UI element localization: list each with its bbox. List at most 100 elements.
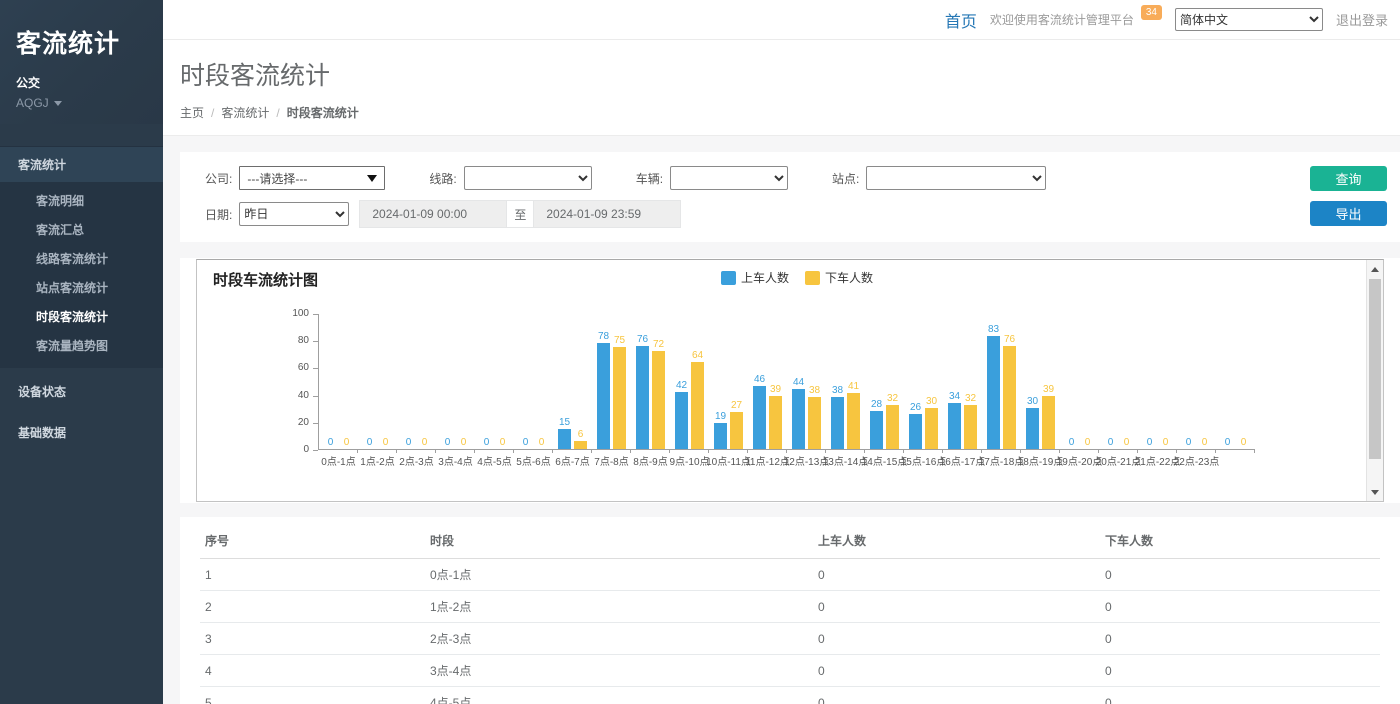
line-select[interactable] [464,166,592,190]
bar-value-label: 0 [328,437,334,448]
sidebar-group-客流统计[interactable]: 客流统计 [0,146,163,182]
action-buttons: 查询 导出 [1310,166,1387,226]
brand-subtitle: 公交 [16,74,147,91]
x-axis-label: 8点-9点 [633,453,667,468]
bar-value-label: 30 [926,396,937,407]
sidebar-item-客流汇总[interactable]: 客流汇总 [0,215,163,244]
bar-value-label: 32 [887,393,898,404]
bar-value-label: 0 [1241,437,1247,448]
y-axis-tick-label: 20 [298,417,309,428]
bar-group-22点-23点: 0022点-23点 [1177,313,1216,449]
station-label: 站点: [832,170,859,187]
logout-link[interactable]: 退出登录 [1336,10,1388,29]
y-axis-tick-mark [313,423,318,424]
export-button[interactable]: 导出 [1310,201,1387,226]
date-preset-select[interactable]: 昨日 [239,202,349,226]
bar-value-label: 32 [965,393,976,404]
bar-group-17点-18点: 837617点-18点 [982,313,1021,449]
bar-group-10点-11点: 192710点-11点 [709,313,748,449]
bar-column: 42 [675,313,688,449]
bar-value-label: 39 [1043,384,1054,395]
bar-column: 30 [925,313,938,449]
bar-value-label: 0 [1069,437,1075,448]
bar-column: 44 [792,313,805,449]
bar-value-label: 0 [1147,437,1153,448]
vehicle-select[interactable] [670,166,788,190]
legend-item-上车人数[interactable]: 上车人数 [721,269,789,286]
bar-value-label: 15 [559,417,570,428]
legend-item-下车人数[interactable]: 下车人数 [805,269,873,286]
bar-column: 0 [1081,313,1094,449]
x-axis-label: 22点-23点 [1174,453,1220,468]
bar-column: 32 [964,313,977,449]
bar-value-label: 0 [1085,437,1091,448]
bar-column: 6 [574,313,587,449]
x-axis-label: 2点-3点 [399,453,433,468]
column-header-下车人数: 下车人数 [1100,523,1380,559]
table-row: 43点-4点00 [200,655,1380,687]
bar-上车人数 [753,386,766,449]
chart-scrollbar[interactable] [1366,260,1383,501]
language-select[interactable]: 简体中文 [1175,8,1323,31]
sidebar-nav: 客流统计客流明细客流汇总线路客流统计站点客流统计时段客流统计客流量趋势图设备状态… [0,146,163,450]
bar-group-16点-17点: 343216点-17点 [943,313,982,449]
bar-value-label: 42 [676,380,687,391]
topbar: 首页 欢迎使用客流统计管理平台 34 简体中文 退出登录 [163,0,1400,40]
bar-column: 0 [1237,313,1250,449]
bar-value-label: 76 [1004,334,1015,345]
bar-column: 46 [753,313,766,449]
home-link[interactable]: 首页 [945,8,977,32]
bar-value-label: 0 [1108,437,1114,448]
sidebar-item-时段客流统计[interactable]: 时段客流统计 [0,302,163,331]
date-end-input[interactable] [533,200,681,228]
bar-column: 39 [1042,313,1055,449]
sidebar-item-站点客流统计[interactable]: 站点客流统计 [0,273,163,302]
bar-group-11点-12点: 463911点-12点 [748,313,787,449]
bar-下车人数 [691,362,704,449]
table-cell: 0 [813,591,1100,623]
bar-下车人数 [808,397,821,449]
table-cell: 4 [200,655,425,687]
bar-column: 0 [496,313,509,449]
chevron-down-icon [54,101,62,106]
bar-value-label: 28 [871,399,882,410]
hourly-stats-table: 序号时段上车人数下车人数 10点-1点0021点-2点0032点-3点0043点… [200,523,1380,704]
table-cell: 1 [200,559,425,591]
scrollbar-thumb[interactable] [1369,279,1381,459]
scroll-down-arrow-icon[interactable] [1367,484,1383,500]
sidebar-group-设备状态[interactable]: 设备状态 [0,374,163,409]
bar-上车人数 [1026,408,1039,449]
scroll-up-arrow-icon[interactable] [1367,261,1383,277]
bar-上车人数 [636,346,649,449]
bar-下车人数 [964,405,977,449]
breadcrumb-separator: / [276,106,279,120]
table-cell: 0点-1点 [425,559,813,591]
notification-badge[interactable]: 34 [1141,5,1162,20]
legend-swatch [721,271,736,285]
table-panel: 序号时段上车人数下车人数 10点-1点0021点-2点0032点-3点0043点… [180,517,1400,704]
table-cell: 0 [813,559,1100,591]
sidebar-item-线路客流统计[interactable]: 线路客流统计 [0,244,163,273]
sidebar-group-基础数据[interactable]: 基础数据 [0,415,163,450]
bar-value-label: 6 [578,429,584,440]
sidebar-item-客流明细[interactable]: 客流明细 [0,186,163,215]
date-start-input[interactable] [359,200,507,228]
bar-value-label: 0 [422,437,428,448]
company-select[interactable]: ---请选择--- [239,166,385,190]
bar-value-label: 26 [910,402,921,413]
station-select[interactable] [866,166,1046,190]
bar-group-12点-13点: 443812点-13点 [787,313,826,449]
company-label: 公司: [205,170,232,187]
breadcrumb-item[interactable]: 主页 [180,106,204,120]
bar-value-label: 0 [1163,437,1169,448]
sidebar-item-客流量趋势图[interactable]: 客流量趋势图 [0,331,163,360]
breadcrumb-item[interactable]: 客流统计 [221,106,269,120]
bar-下车人数 [574,441,587,449]
org-code: AQGJ [16,96,49,110]
vehicle-filter: 车辆: [636,166,788,190]
bar-column: 27 [730,313,743,449]
table-cell: 0 [813,655,1100,687]
org-selector[interactable]: AQGJ [16,96,147,110]
bar-column: 15 [558,313,571,449]
query-button[interactable]: 查询 [1310,166,1387,191]
